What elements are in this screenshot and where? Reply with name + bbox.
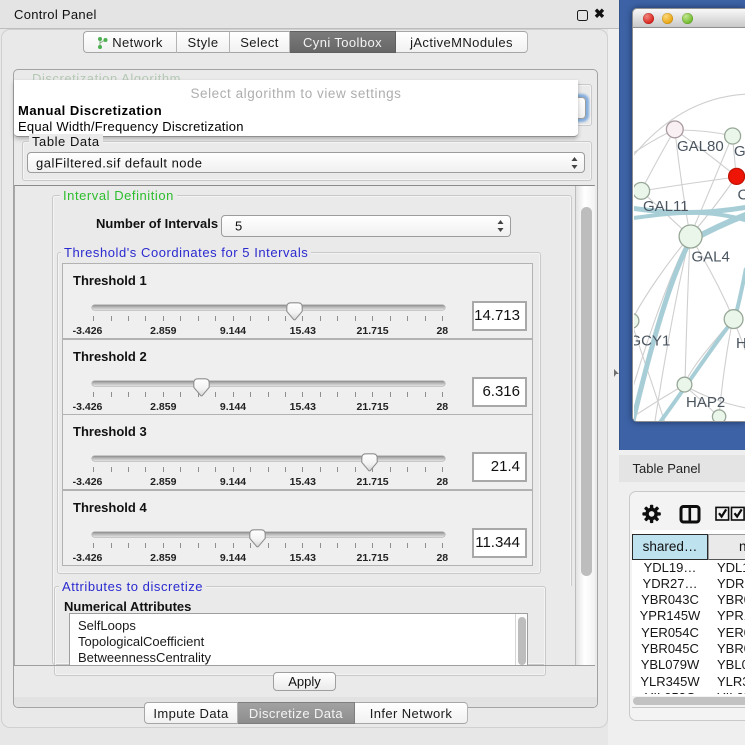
svg-text:GAL80: GAL80 bbox=[677, 138, 724, 155]
svg-text:GAL4: GAL4 bbox=[692, 249, 730, 266]
svg-text:GAL: GAL bbox=[734, 143, 745, 160]
svg-text:C: C bbox=[738, 187, 745, 204]
svg-text:H: H bbox=[736, 335, 745, 352]
svg-text:HAP2: HAP2 bbox=[686, 394, 725, 411]
svg-text:GAL11: GAL11 bbox=[643, 198, 689, 215]
svg-text:GCY1: GCY1 bbox=[634, 333, 670, 350]
